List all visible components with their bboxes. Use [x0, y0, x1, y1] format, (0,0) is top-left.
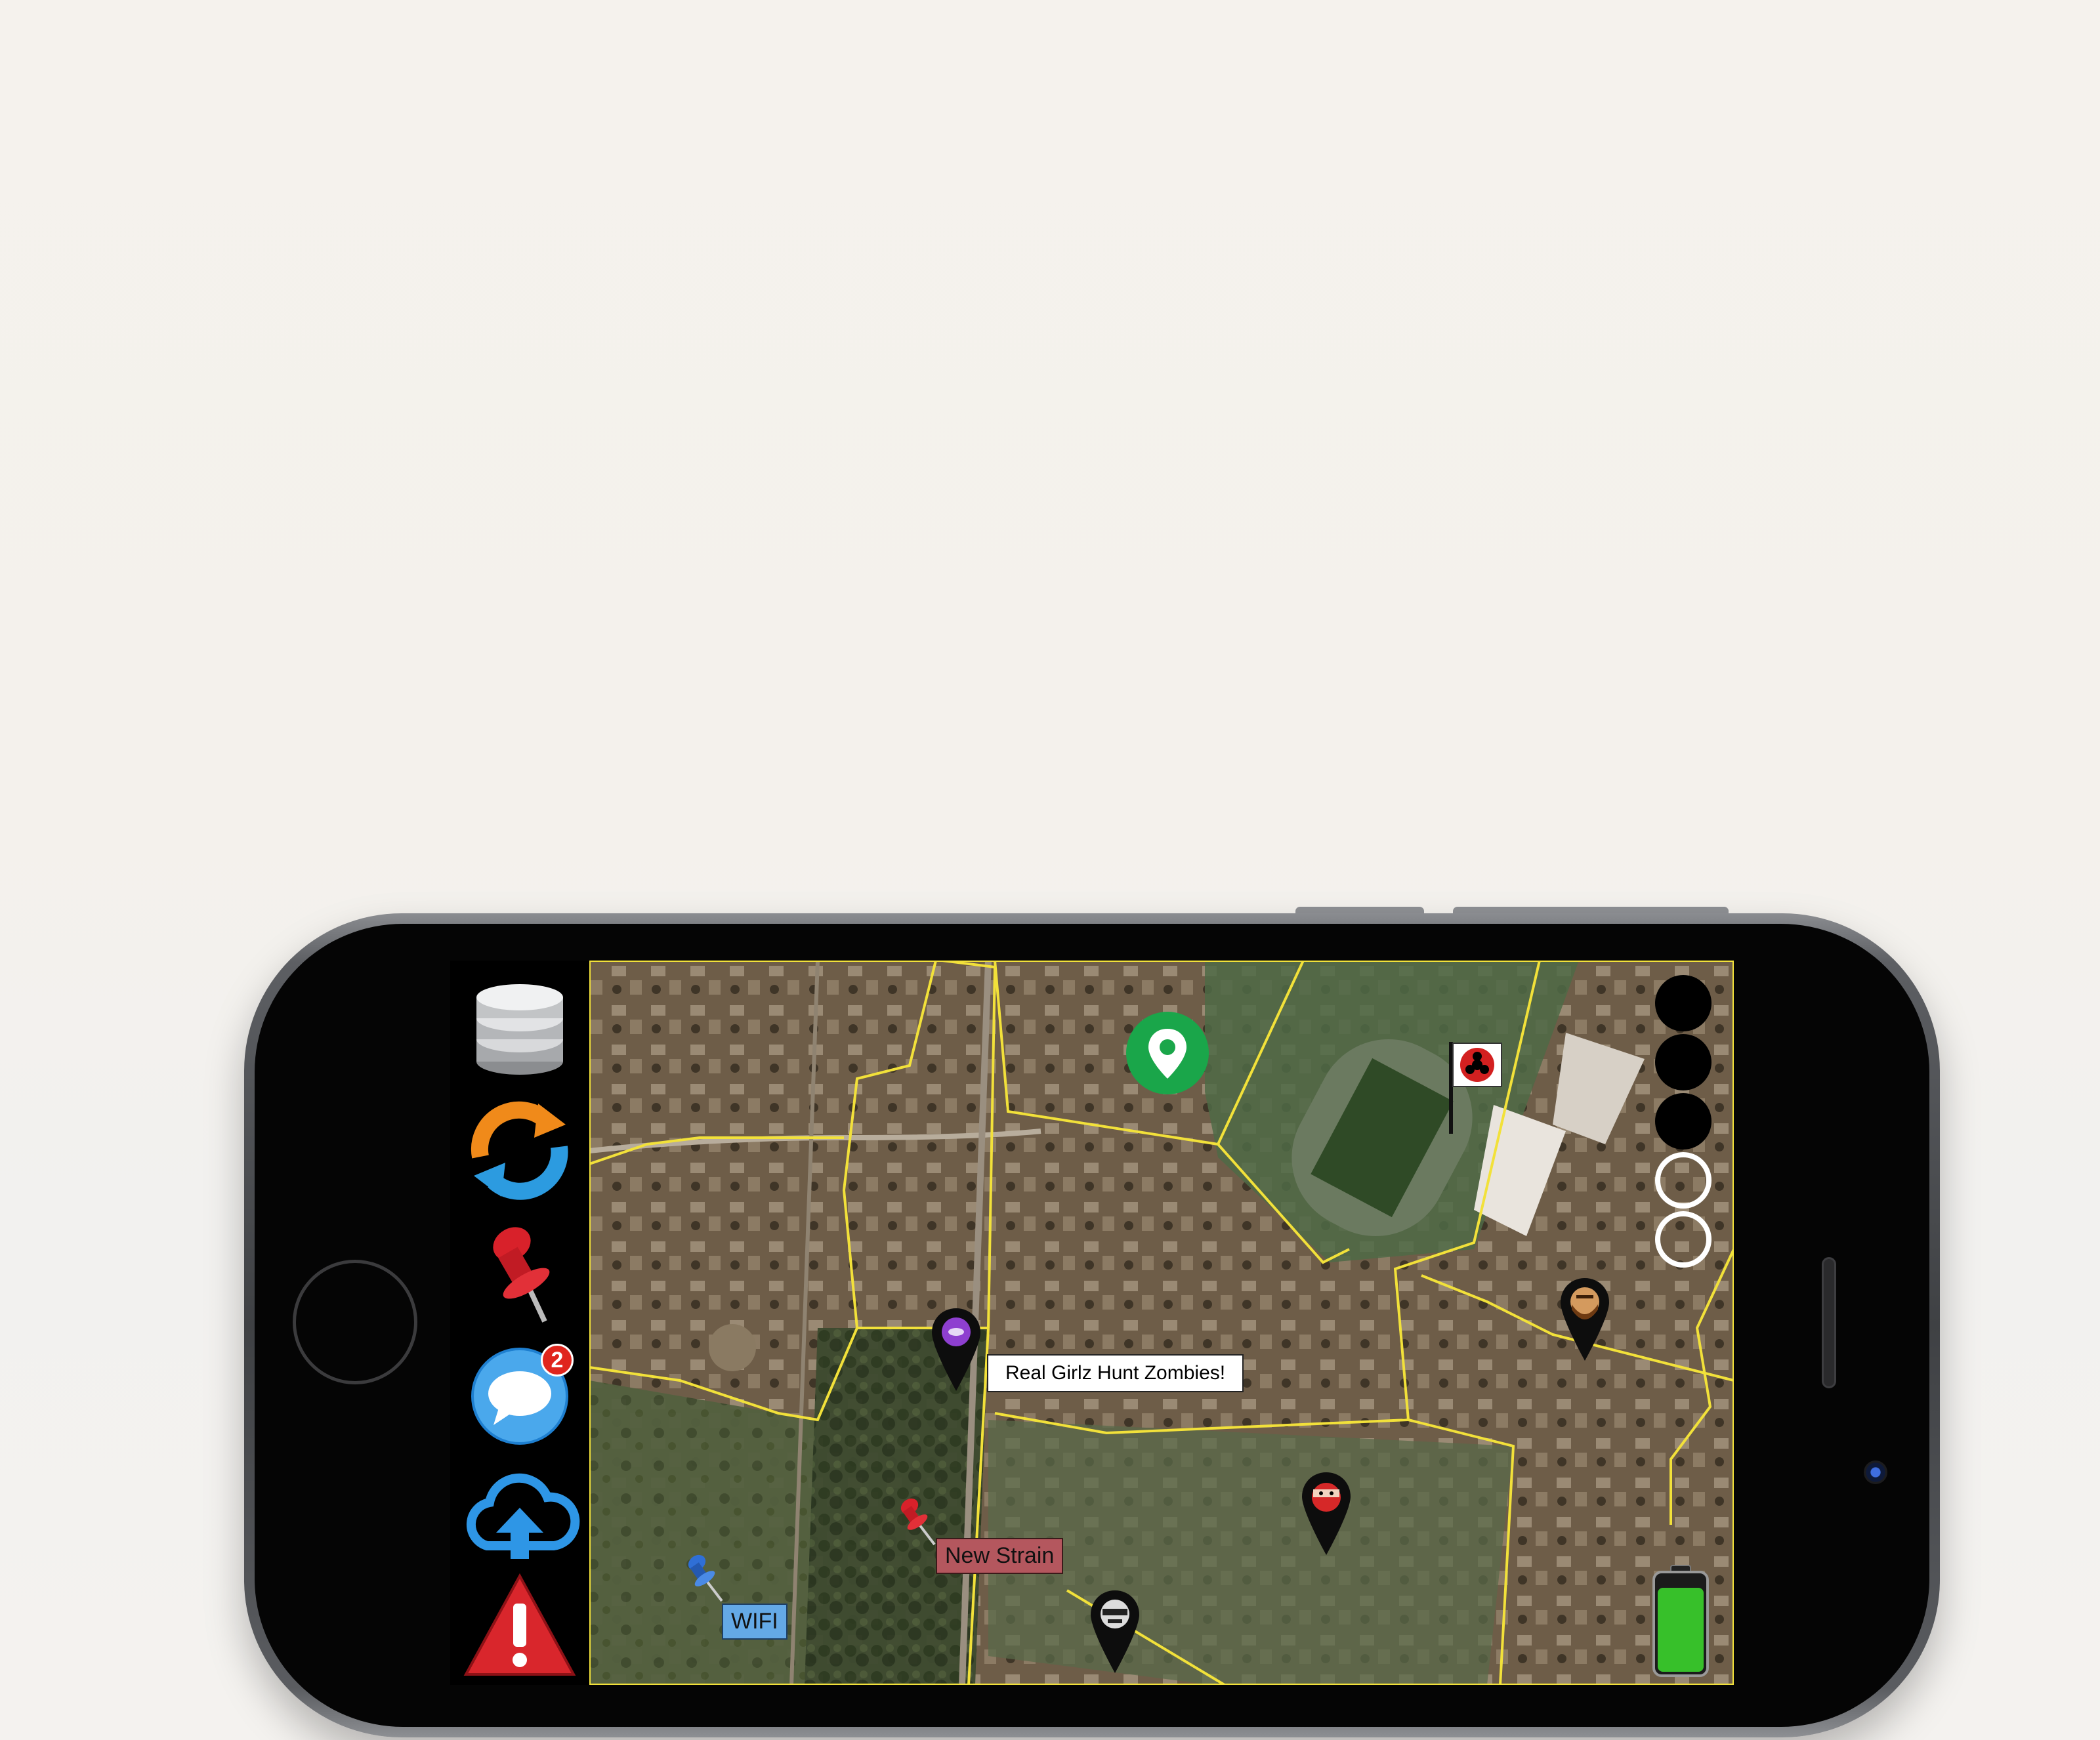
warning-icon: [463, 1573, 576, 1676]
database-icon: [476, 984, 563, 1075]
purple-player-marker: [932, 1308, 980, 1391]
biohazard-flag-icon: [1449, 1042, 1502, 1134]
new-strain-pin[interactable]: [894, 1496, 940, 1548]
database-button[interactable]: [459, 971, 580, 1083]
green-zone: [988, 1420, 1513, 1685]
speech-bubble-label: Real Girlz Hunt Zombies!: [987, 1354, 1244, 1392]
player-marker[interactable]: [932, 1308, 980, 1391]
player-marker[interactable]: [1302, 1472, 1351, 1555]
app-screen: 2 Real Girlz Hunt Zombies! New Strain WI…: [450, 961, 1734, 1685]
satellite-map[interactable]: [450, 961, 1734, 1685]
speaker-grille: [1822, 1257, 1836, 1388]
status-dot-empty: [1655, 1211, 1712, 1268]
biohazard-flag-marker[interactable]: [1446, 1042, 1503, 1134]
status-dot-filled: [1655, 1093, 1712, 1150]
sidebar: 2: [450, 961, 589, 1685]
player-marker[interactable]: [1091, 1590, 1139, 1673]
wifi-label: WIFI: [722, 1604, 788, 1640]
status-dot-empty: [1655, 1152, 1712, 1209]
wifi-pin[interactable]: [681, 1552, 727, 1605]
cloud-upload-icon: [466, 1473, 580, 1559]
masked-player-marker: [1091, 1590, 1139, 1673]
sync-icon: [471, 1101, 568, 1200]
front-camera: [1864, 1460, 1887, 1484]
battery-icon: [1652, 1565, 1709, 1677]
home-button[interactable]: [293, 1260, 417, 1384]
pushpin-icon: [493, 1227, 550, 1323]
red-pushpin-icon: [900, 1498, 936, 1546]
messages-button[interactable]: 2: [459, 1338, 580, 1450]
roundabout: [709, 1324, 756, 1371]
location-pin-icon: [1126, 1012, 1209, 1094]
cloud-upload-button[interactable]: [459, 1460, 580, 1572]
blue-pushpin-icon: [688, 1554, 723, 1602]
current-location-marker[interactable]: [1125, 1010, 1210, 1096]
red-ninja-player-marker: [1302, 1472, 1351, 1555]
player-marker[interactable]: [1561, 1278, 1609, 1361]
unread-badge: 2: [541, 1344, 574, 1377]
sync-button[interactable]: [459, 1094, 580, 1206]
status-dot-filled: [1655, 1034, 1712, 1090]
status-dot-filled: [1655, 975, 1712, 1031]
bearded-player-marker: [1561, 1278, 1609, 1361]
pushpin-button[interactable]: [459, 1216, 580, 1328]
alert-button[interactable]: [459, 1569, 580, 1681]
new-strain-label: New Strain: [936, 1538, 1064, 1574]
battery-indicator: [1651, 1564, 1710, 1678]
